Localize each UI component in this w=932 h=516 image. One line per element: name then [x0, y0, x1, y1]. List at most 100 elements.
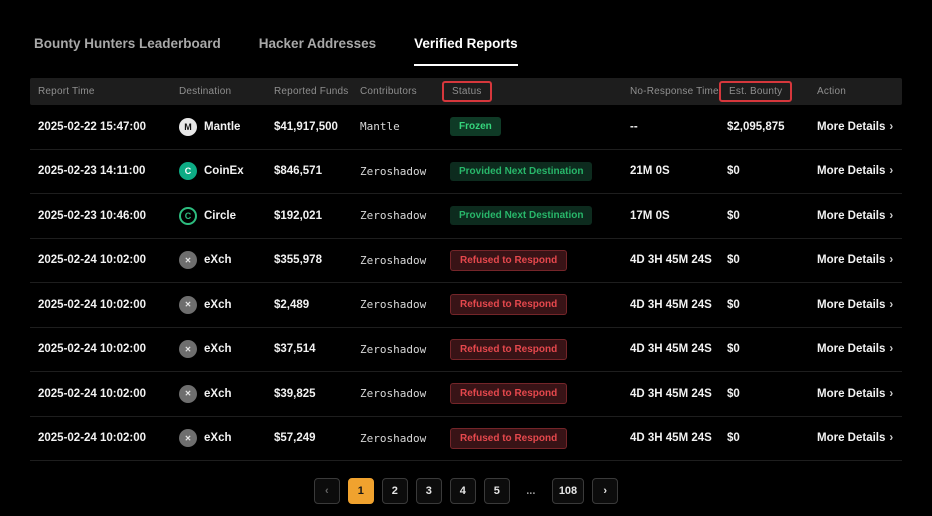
column-header: Status	[442, 84, 622, 99]
destination-logo-glyph: ✕	[185, 300, 192, 309]
destination-logo-glyph: C	[185, 211, 192, 221]
status-cell: Refused to Respond	[442, 294, 622, 315]
destination-name: Circle	[204, 210, 236, 222]
pagination-page-button[interactable]: 2	[382, 478, 408, 504]
chevron-right-icon: ›	[889, 121, 893, 133]
pagination-page-button[interactable]: 108	[552, 478, 584, 504]
column-header: Destination	[171, 84, 266, 99]
status-badge: Refused to Respond	[450, 250, 567, 271]
destination-name: CoinEx	[204, 165, 244, 177]
destination-logo-icon: ✕	[179, 296, 197, 314]
table-row: 2025-02-24 10:02:00 ✕ eXch $2,489 Zerosh…	[30, 283, 902, 328]
more-details-label: More Details	[817, 210, 885, 222]
report-time-cell: 2025-02-23 10:46:00	[30, 210, 171, 222]
status-badge: Provided Next Destination	[450, 162, 592, 181]
est-bounty-cell: $0	[719, 343, 809, 355]
est-bounty-cell: $0	[719, 388, 809, 400]
status-badge: Frozen	[450, 117, 501, 136]
est-bounty-cell: $0	[719, 299, 809, 311]
destination-name: eXch	[204, 299, 232, 311]
pagination-page-button[interactable]: 3	[416, 478, 442, 504]
more-details-link[interactable]: More Details ›	[809, 210, 902, 222]
pagination-prev-button[interactable]: ‹	[314, 478, 340, 504]
status-cell: Refused to Respond	[442, 250, 622, 271]
destination-logo-icon: ✕	[179, 385, 197, 403]
tab[interactable]: Hacker Addresses	[259, 30, 376, 66]
more-details-label: More Details	[817, 343, 885, 355]
destination-cell: ✕ eXch	[171, 340, 266, 358]
pagination-page-button[interactable]: 1	[348, 478, 374, 504]
est-bounty-cell: $0	[719, 254, 809, 266]
chevron-right-icon: ›	[889, 388, 893, 400]
destination-cell: ✕ eXch	[171, 251, 266, 269]
table-row: 2025-02-23 10:46:00 C Circle $192,021 Ze…	[30, 194, 902, 239]
more-details-link[interactable]: More Details›	[809, 121, 902, 133]
contributors-cell: Zeroshadow	[352, 432, 442, 445]
column-header-label: Contributors	[360, 84, 417, 99]
destination-cell: M Mantle	[171, 118, 266, 136]
more-details-link[interactable]: More Details›	[809, 254, 902, 266]
destination-cell: ✕ eXch	[171, 385, 266, 403]
report-time-cell: 2025-02-24 10:02:00	[30, 343, 171, 355]
verified-reports-page: Bounty Hunters Leaderboard Hacker Addres…	[0, 0, 932, 516]
table-row: 2025-02-23 14:11:00 C CoinEx $846,571 Ze…	[30, 150, 902, 195]
tab[interactable]: Verified Reports	[414, 30, 518, 66]
more-details-link[interactable]: More Details›	[809, 299, 902, 311]
status-badge: Refused to Respond	[450, 294, 567, 315]
no-response-time-cell: 4D 3H 45M 24S	[622, 343, 719, 355]
destination-logo-glyph: ✕	[185, 256, 192, 265]
status-cell: Frozen	[442, 117, 622, 136]
status-cell: Provided Next Destination	[442, 162, 622, 181]
more-details-link[interactable]: More Details›	[809, 432, 902, 444]
contributors-cell: Zeroshadow	[352, 298, 442, 311]
tab[interactable]: Bounty Hunters Leaderboard	[34, 30, 221, 66]
contributors-cell: Zeroshadow	[352, 387, 442, 400]
more-details-label: More Details	[817, 299, 885, 311]
status-badge: Provided Next Destination	[450, 206, 592, 225]
report-time-cell: 2025-02-24 10:02:00	[30, 254, 171, 266]
more-details-link[interactable]: More Details›	[809, 343, 902, 355]
report-time-cell: 2025-02-24 10:02:00	[30, 432, 171, 444]
report-time-cell: 2025-02-24 10:02:00	[30, 388, 171, 400]
destination-cell: ✕ eXch	[171, 429, 266, 447]
status-cell: Refused to Respond	[442, 428, 622, 449]
table-row: 2025-02-24 10:02:00 ✕ eXch $57,249 Zeros…	[30, 417, 902, 462]
contributors-cell: Zeroshadow	[352, 343, 442, 356]
destination-logo-glyph: ✕	[185, 389, 192, 398]
column-header: Action	[809, 84, 902, 99]
column-header-label: Est. Bounty	[719, 81, 792, 102]
table-row: 2025-02-24 10:02:00 ✕ eXch $39,825 Zeros…	[30, 372, 902, 417]
table-row: 2025-02-24 10:02:00 ✕ eXch $37,514 Zeros…	[30, 328, 902, 373]
table-header-row: Report Time Destination Reported Funds C…	[30, 78, 902, 105]
column-header-label: Report Time	[38, 84, 95, 99]
destination-logo-glyph: C	[185, 166, 192, 176]
status-badge: Refused to Respond	[450, 339, 567, 360]
chevron-right-icon: ›	[889, 254, 893, 266]
pagination-page-button[interactable]: ...	[518, 478, 544, 504]
contributors-cell: Zeroshadow	[352, 165, 442, 178]
report-time-cell: 2025-02-23 14:11:00	[30, 165, 171, 177]
destination-name: eXch	[204, 343, 232, 355]
reported-funds-cell: $355,978	[266, 254, 352, 266]
column-header-label: Status	[442, 81, 492, 102]
pagination: ‹ 1 2 3 4 5 ... 108 ›	[30, 478, 902, 504]
more-details-link[interactable]: More Details›	[809, 165, 902, 177]
chevron-right-icon: ›	[889, 210, 893, 222]
tab-bar: Bounty Hunters Leaderboard Hacker Addres…	[30, 30, 902, 66]
contributors-cell: Zeroshadow	[352, 209, 442, 222]
more-details-link[interactable]: More Details›	[809, 388, 902, 400]
status-badge: Refused to Respond	[450, 383, 567, 404]
column-header: Reported Funds	[266, 84, 352, 99]
pagination-next-button[interactable]: ›	[592, 478, 618, 504]
pagination-page-button[interactable]: 5	[484, 478, 510, 504]
more-details-label: More Details	[817, 432, 885, 444]
column-header: Report Time	[30, 84, 171, 99]
chevron-right-icon: ›	[889, 165, 893, 177]
reported-funds-cell: $192,021	[266, 210, 352, 222]
report-time-cell: 2025-02-22 15:47:00	[30, 121, 171, 133]
est-bounty-cell: $0	[719, 210, 809, 222]
pagination-page-button[interactable]: 4	[450, 478, 476, 504]
est-bounty-cell: $0	[719, 432, 809, 444]
column-header: No-Response Time	[622, 84, 719, 99]
reported-funds-cell: $37,514	[266, 343, 352, 355]
